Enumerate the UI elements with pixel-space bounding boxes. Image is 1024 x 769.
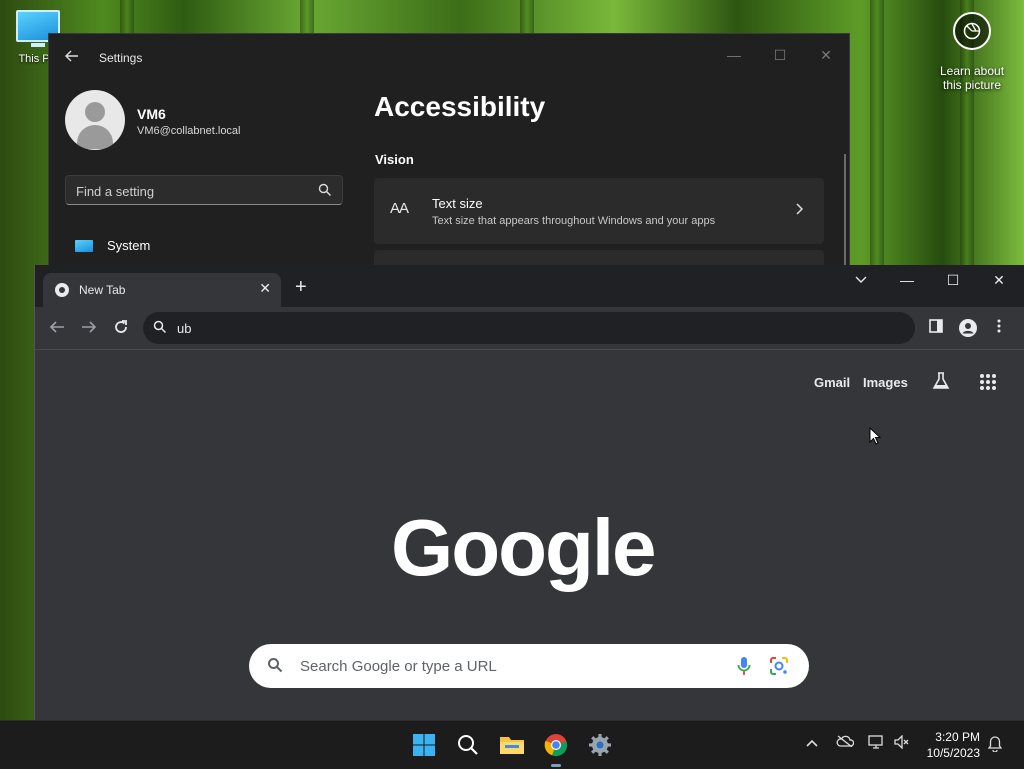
search-icon (153, 320, 167, 339)
chrome-taskbar-icon[interactable] (542, 731, 570, 759)
clock[interactable]: 3:20 PM 10/5/2023 (927, 729, 980, 761)
sidebar-item-system[interactable]: System (75, 238, 150, 253)
close-button[interactable]: ✕ (976, 265, 1022, 295)
clock-time: 3:20 PM (935, 730, 980, 744)
settings-window: Settings — ☐ ✕ VM6 VM6@collabnet.local F… (48, 33, 850, 275)
close-tab-icon[interactable]: ✕ (259, 280, 271, 297)
search-icon (267, 657, 283, 678)
tab-strip: New Tab ✕ + — ☐ ✕ (35, 265, 1024, 307)
find-setting-input[interactable]: Find a setting (65, 175, 343, 205)
settings-gear-icon[interactable] (586, 731, 614, 759)
images-link[interactable]: Images (863, 375, 908, 390)
omnibox[interactable]: ub (143, 312, 915, 344)
chrome-window: New Tab ✕ + — ☐ ✕ ub Gmail Images Google… (34, 265, 1024, 721)
text-size-card[interactable]: AA Text size Text size that appears thro… (374, 178, 824, 244)
taskbar: 3:20 PM 10/5/2023 (0, 720, 1024, 769)
monitor-stand (31, 43, 45, 47)
tab-new-tab[interactable]: New Tab ✕ (43, 273, 281, 307)
network-icon[interactable] (868, 735, 886, 752)
text-size-icon: AA (390, 200, 409, 217)
google-lens-icon[interactable] (769, 656, 789, 681)
search-placeholder: Search Google or type a URL (300, 658, 497, 675)
apps-grid-icon[interactable] (979, 373, 997, 394)
tab-search-button[interactable] (838, 265, 884, 295)
page-title: Accessibility (374, 91, 546, 122)
maximize-button[interactable]: ☐ (930, 265, 976, 295)
avatar[interactable] (65, 90, 125, 150)
toolbar: ub (35, 307, 1024, 350)
back-arrow-icon[interactable] (49, 319, 65, 339)
profile-icon[interactable] (959, 319, 977, 340)
learn-label-line2: this picture (942, 78, 1002, 92)
user-name: VM6 (137, 106, 166, 122)
chevron-right-icon (794, 202, 804, 218)
onedrive-cloud-icon[interactable] (836, 735, 855, 750)
sidebar-item-label: System (107, 238, 151, 253)
gmail-link[interactable]: Gmail (814, 375, 850, 390)
volume-muted-icon[interactable] (894, 734, 910, 752)
reload-icon[interactable] (113, 319, 129, 339)
user-email: VM6@collabnet.local (137, 125, 241, 137)
clock-date: 10/5/2023 (926, 746, 980, 760)
camera-lens-icon (953, 12, 991, 50)
section-heading: Vision (375, 152, 414, 167)
settings-titlebar: Settings — ☐ ✕ (49, 34, 849, 82)
notification-bell-icon[interactable] (987, 736, 1003, 755)
start-windows-icon[interactable] (410, 731, 438, 759)
search-icon (318, 183, 332, 202)
minimize-button[interactable]: — (884, 265, 930, 295)
maximize-button[interactable]: ☐ (757, 40, 803, 70)
card-description: Text size that appears throughout Window… (432, 215, 716, 227)
minimize-button[interactable]: — (711, 40, 757, 70)
find-setting-placeholder: Find a setting (76, 184, 155, 199)
back-arrow-icon[interactable] (65, 49, 81, 65)
learn-label-line1: Learn about (939, 64, 1005, 78)
close-button[interactable]: ✕ (803, 40, 849, 70)
labs-flask-icon[interactable] (931, 371, 951, 394)
file-explorer-icon[interactable] (498, 731, 526, 759)
scrollbar[interactable] (844, 154, 846, 274)
learn-about-picture[interactable]: Learn about this picture (936, 12, 1008, 92)
mouse-cursor (869, 426, 882, 450)
voice-search-icon[interactable] (737, 656, 751, 681)
google-logo: Google (391, 503, 657, 592)
forward-arrow-icon[interactable] (81, 319, 97, 339)
system-icon (75, 239, 93, 252)
side-panel-icon[interactable] (929, 319, 943, 336)
settings-title: Settings (99, 51, 143, 65)
omnibox-text: ub (177, 321, 192, 336)
kebab-menu-icon[interactable] (997, 319, 1001, 336)
tab-title: New Tab (79, 283, 126, 297)
card-title: Text size (432, 196, 483, 211)
search-icon[interactable] (454, 731, 482, 759)
google-search-box[interactable]: Search Google or type a URL (249, 644, 809, 688)
chrome-icon (55, 283, 69, 297)
active-app-indicator (551, 764, 561, 767)
chevron-up-icon[interactable] (806, 735, 818, 750)
new-tab-button[interactable]: + (295, 277, 307, 297)
